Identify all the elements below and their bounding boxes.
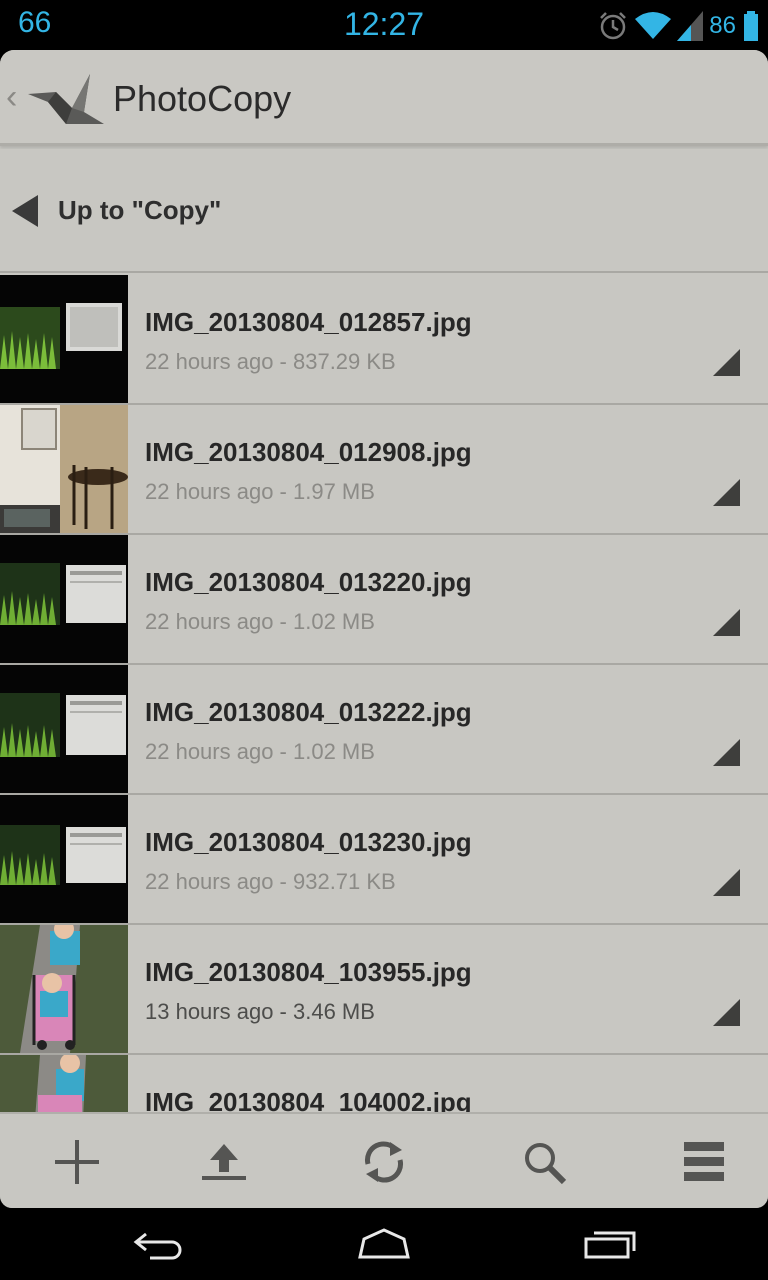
- paper-crane-logo[interactable]: [26, 68, 104, 130]
- overflow-corner-icon[interactable]: [713, 739, 740, 766]
- battery-percent: 86: [709, 12, 736, 39]
- thumbnail-image: [0, 535, 128, 663]
- home-button[interactable]: [324, 1222, 444, 1266]
- thumbnail-image: [0, 275, 128, 403]
- file-meta: 22 hours ago - 1.97 MB: [145, 479, 375, 504]
- thumbnail-image: [0, 795, 128, 923]
- thumbnail-image: [0, 665, 128, 793]
- add-button[interactable]: [0, 1114, 153, 1208]
- file-meta: 22 hours ago - 932.71 KB: [145, 869, 396, 894]
- search-button[interactable]: [467, 1114, 620, 1208]
- recent-apps-button[interactable]: [550, 1222, 670, 1266]
- file-meta: 13 hours ago - 3.46 MB: [145, 999, 375, 1024]
- home-icon: [358, 1228, 410, 1259]
- wifi-icon: [635, 12, 672, 39]
- recent-apps-icon: [584, 1231, 636, 1259]
- back-button[interactable]: [100, 1222, 220, 1266]
- overflow-corner-icon[interactable]: [713, 349, 740, 376]
- file-name: IMG_20130804_103955.jpg: [145, 957, 472, 987]
- battery-icon: [744, 11, 758, 41]
- file-meta: 22 hours ago - 837.29 KB: [145, 349, 396, 374]
- search-icon: [524, 1143, 566, 1185]
- signal-icon: [677, 11, 704, 41]
- file-name: IMG_20130804_013220.jpg: [145, 567, 472, 597]
- file-row[interactable]: IMG_20130804_013220.jpg 22 hours ago - 1…: [0, 535, 768, 665]
- arrow-left-icon: [12, 195, 38, 227]
- app-window: ‹ PhotoCopy Up to "Copy" IMG_20130804_01…: [0, 50, 768, 1208]
- overflow-corner-icon[interactable]: [713, 609, 740, 636]
- file-row[interactable]: IMG_20130804_012908.jpg 22 hours ago - 1…: [0, 405, 768, 535]
- file-meta: 22 hours ago - 1.02 MB: [145, 609, 375, 634]
- file-list: IMG_20130804_012857.jpg 22 hours ago - 8…: [0, 275, 768, 1112]
- file-row[interactable]: IMG_20130804_013222.jpg 22 hours ago - 1…: [0, 665, 768, 795]
- file-name: IMG_20130804_012857.jpg: [145, 307, 472, 337]
- thumbnail-image: [0, 925, 128, 1053]
- menu-icon: [683, 1142, 724, 1181]
- file-row[interactable]: IMG_20130804_103955.jpg 13 hours ago - 3…: [0, 925, 768, 1055]
- file-name: IMG_20130804_013230.jpg: [145, 827, 472, 857]
- back-icon: [133, 1232, 182, 1260]
- file-row[interactable]: IMG_20130804_013230.jpg 22 hours ago - 9…: [0, 795, 768, 925]
- up-navigation-row[interactable]: Up to "Copy": [0, 149, 768, 273]
- alarm-icon: [600, 12, 627, 40]
- thumbnail-image: [0, 1055, 128, 1112]
- refresh-icon: [364, 1141, 403, 1183]
- app-title: PhotoCopy: [113, 78, 292, 119]
- file-row[interactable]: IMG_20130804_012857.jpg 22 hours ago - 8…: [0, 275, 768, 405]
- menu-button[interactable]: [627, 1114, 768, 1208]
- refresh-button[interactable]: [307, 1114, 460, 1208]
- upload-button[interactable]: [147, 1114, 300, 1208]
- overflow-corner-icon[interactable]: [713, 479, 740, 506]
- system-nav-bar: [0, 1208, 768, 1280]
- file-name: IMG_20130804_104002.jpg: [145, 1087, 472, 1112]
- up-navigation-label: Up to "Copy": [58, 195, 222, 225]
- upload-icon: [201, 1144, 246, 1180]
- status-icons: 86: [597, 6, 758, 46]
- bottom-toolbar: [0, 1112, 768, 1208]
- file-meta: 22 hours ago - 1.02 MB: [145, 739, 375, 764]
- file-row[interactable]: IMG_20130804_104002.jpg: [0, 1055, 768, 1112]
- file-name: IMG_20130804_013222.jpg: [145, 697, 472, 727]
- file-name: IMG_20130804_012908.jpg: [145, 437, 472, 467]
- thumbnail-image: [0, 405, 128, 533]
- chevron-left-icon[interactable]: ‹: [6, 78, 17, 117]
- add-icon: [54, 1140, 99, 1184]
- action-bar: ‹ PhotoCopy: [0, 50, 768, 146]
- overflow-corner-icon[interactable]: [713, 869, 740, 896]
- status-bar: 66 12:27 86: [0, 0, 768, 50]
- overflow-corner-icon[interactable]: [713, 999, 740, 1026]
